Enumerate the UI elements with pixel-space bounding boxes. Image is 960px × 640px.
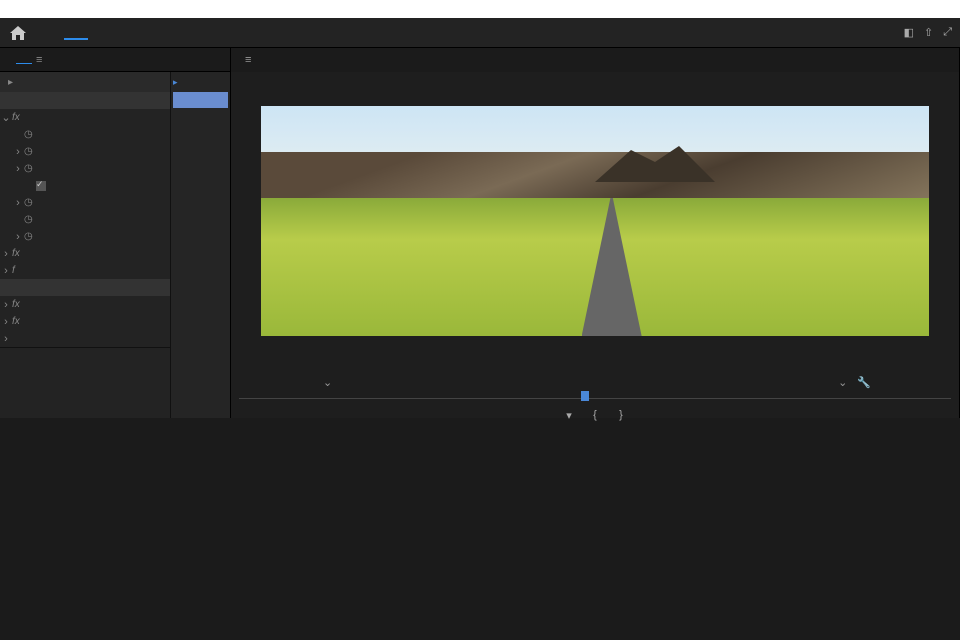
program-monitor: ≡ ⌄ ⌄🔧 ▾ { } <box>230 48 960 418</box>
program-scrubber[interactable] <box>239 394 951 404</box>
stopwatch-icon[interactable]: ◷ <box>24 197 36 208</box>
playhead-icon[interactable] <box>581 391 589 401</box>
tab-lumetri-scopes[interactable] <box>0 56 16 64</box>
marker-in-icon[interactable]: ▾ <box>562 409 576 422</box>
share-icon[interactable]: ⇧ <box>924 26 933 39</box>
ec-mini-timeline[interactable]: ▸ <box>170 72 230 418</box>
mode-export[interactable] <box>88 27 112 39</box>
workspace-icon[interactable]: ◧ <box>904 26 914 39</box>
stopwatch-icon[interactable]: ◷ <box>24 214 36 225</box>
stopwatch-icon[interactable]: ◷ <box>24 129 36 140</box>
uniform-scale-checkbox[interactable] <box>36 181 46 191</box>
chevron-down-icon[interactable]: ⌄ <box>323 376 332 389</box>
tab-source[interactable] <box>46 56 62 64</box>
mode-import[interactable] <box>40 27 64 39</box>
wrench-icon[interactable]: 🔧 <box>857 376 871 389</box>
panel-menu-icon[interactable]: ≡ <box>245 54 251 66</box>
tab-effect-controls[interactable] <box>16 55 32 64</box>
stopwatch-icon[interactable]: ◷ <box>24 231 36 242</box>
chevron-down-icon[interactable]: ⌄ <box>838 376 847 389</box>
ec-footer-timecode[interactable] <box>4 355 12 359</box>
program-viewer[interactable] <box>261 106 929 336</box>
home-icon[interactable] <box>8 23 28 43</box>
fullscreen-icon[interactable]: ⤢ <box>943 26 952 39</box>
chevron-right-icon[interactable]: › <box>12 146 24 158</box>
mode-edit[interactable] <box>64 26 88 40</box>
panel-menu-icon[interactable]: ≡ <box>32 54 46 66</box>
chevron-down-icon[interactable]: ⌄ <box>0 111 12 124</box>
app-topbar: ◧ ⇧ ⤢ <box>0 18 960 48</box>
os-menubar <box>0 0 960 18</box>
mark-in-icon[interactable]: { <box>588 409 602 421</box>
ec-clip-bar[interactable] <box>173 92 228 108</box>
ec-playhead-icon[interactable]: ▸ <box>173 77 178 88</box>
left-column: ≡ ▸ ▴ ⌄fx↺ ◷↺ ›◷↺ ›◷ ↺ ›◷↺ ◷↺ ›◷↺ <box>0 48 230 418</box>
mark-out-icon[interactable]: } <box>614 409 628 421</box>
stopwatch-icon[interactable]: ◷ <box>24 146 36 157</box>
